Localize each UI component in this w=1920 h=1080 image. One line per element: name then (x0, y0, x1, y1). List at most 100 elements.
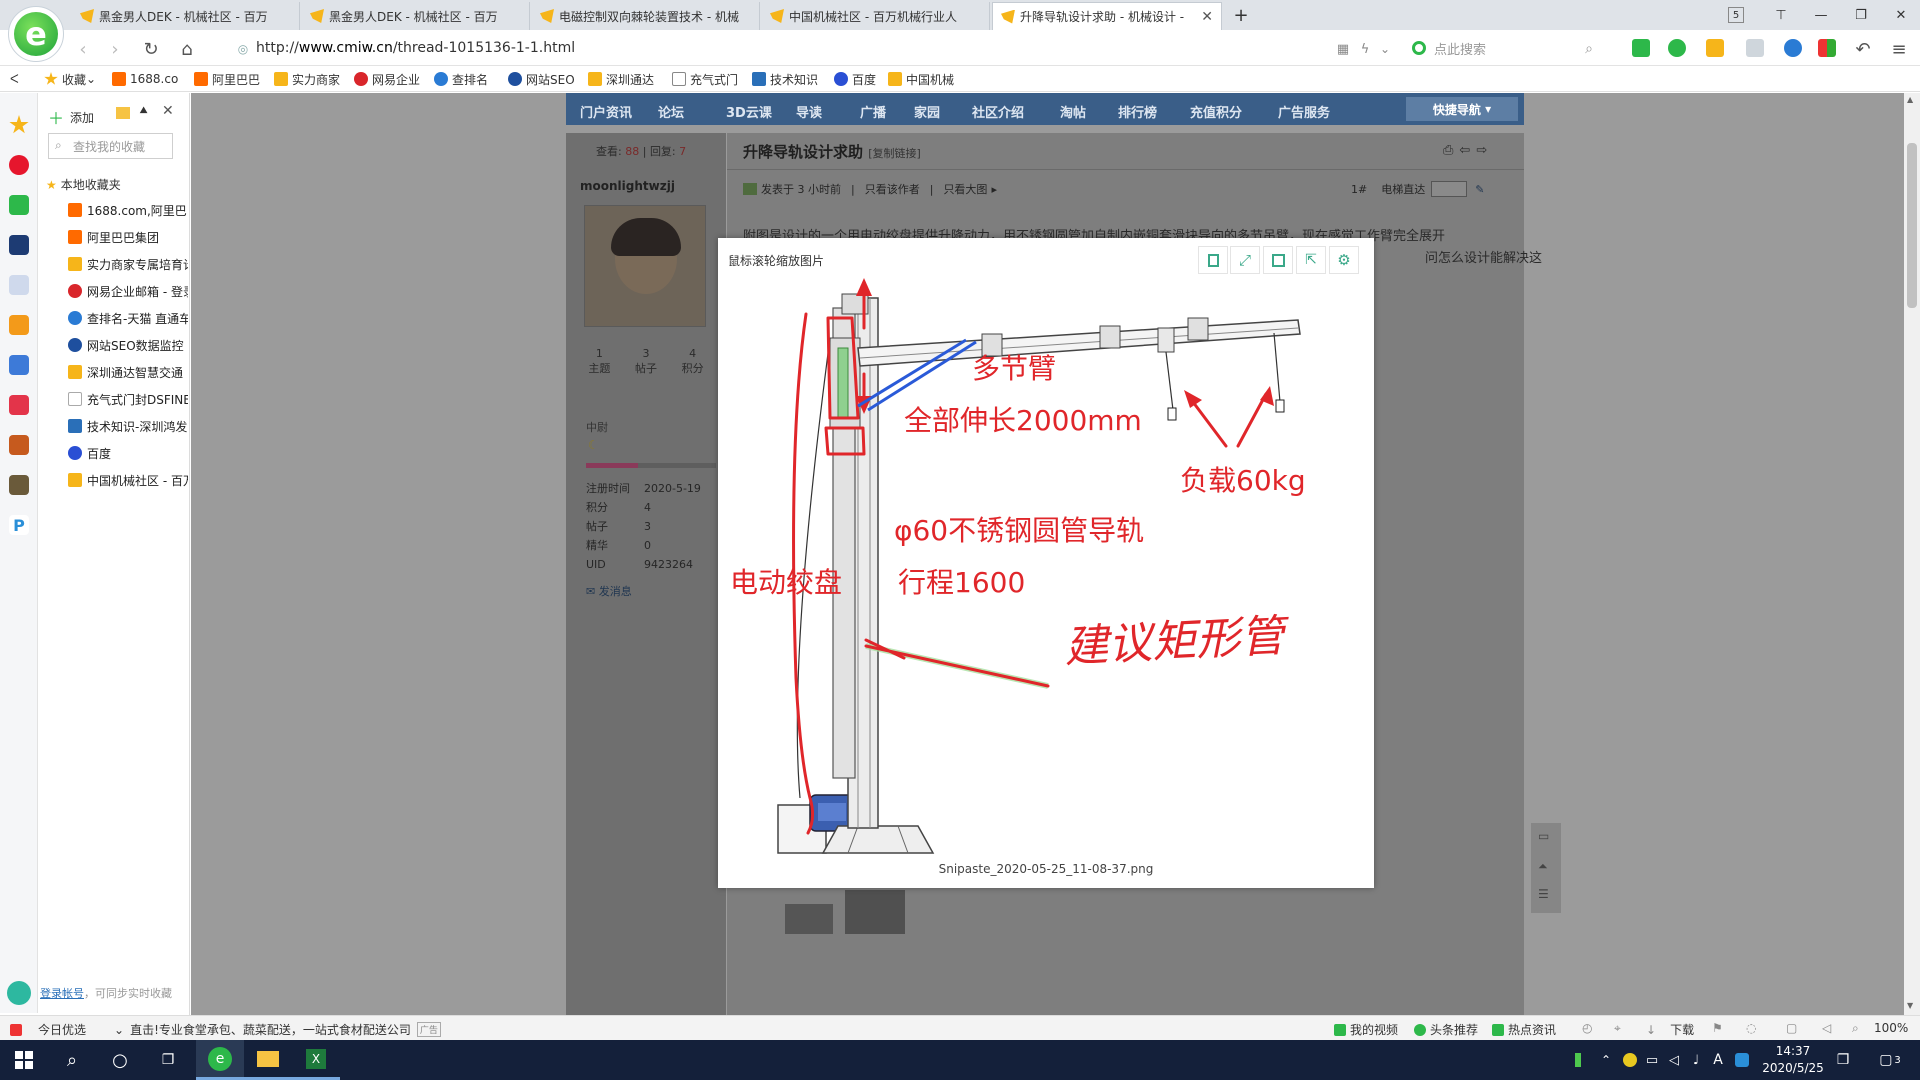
browser-logo[interactable]: e (8, 6, 64, 62)
page-scrollbar[interactable]: ▲ ▼ (1904, 93, 1920, 1015)
volume-icon[interactable]: ◁ (1664, 1040, 1684, 1080)
scroll-up-icon[interactable]: ▲ (1907, 95, 1913, 104)
mail-icon[interactable] (9, 195, 29, 215)
network-icon[interactable]: ▭ (1642, 1040, 1662, 1080)
bookmark-item[interactable]: 阿里巴巴 (194, 70, 260, 88)
minimize-icon[interactable]: — (1810, 4, 1832, 26)
novel-icon[interactable] (9, 315, 29, 335)
bookmark-item[interactable]: 网站SEO (508, 70, 575, 88)
next-icon[interactable]: ⇨ (1476, 143, 1493, 158)
favorites-item[interactable]: 网易企业邮箱 - 登录 (68, 281, 188, 301)
nav-item[interactable]: 淘帖 (1060, 102, 1086, 121)
qq-icon[interactable] (1732, 1040, 1752, 1080)
nav-item[interactable]: 广播 (860, 102, 886, 121)
author-stat[interactable]: 1 主题 (576, 347, 623, 376)
status-clean-icon[interactable]: ◌ (1746, 1021, 1756, 1035)
bookmark-item[interactable]: 充气式门 (672, 70, 738, 88)
favorites-item[interactable]: 充气式门封DSFINE (68, 389, 188, 409)
zoom-icon[interactable] (1784, 39, 1802, 57)
list-icon[interactable]: ☰ (1538, 887, 1549, 901)
bookmark-item[interactable]: 网易企业 (354, 70, 420, 88)
security-icon[interactable]: ◎ (232, 38, 254, 60)
bookmark-item[interactable]: 中国机械 (888, 70, 954, 88)
document-icon[interactable] (9, 275, 29, 295)
new-tab-button[interactable]: + (1230, 4, 1252, 26)
nav-item[interactable]: 家园 (914, 102, 940, 121)
favorites-item[interactable]: 技术知识-深圳鸿发 (68, 416, 188, 436)
close-tab-icon[interactable]: ✕ (1195, 9, 1213, 25)
status-headline[interactable]: 头条推荐 (1414, 1021, 1478, 1038)
browser-tab[interactable]: 电磁控制双向棘轮装置技术 - 机械 (532, 2, 760, 30)
extension-icon[interactable] (1668, 39, 1686, 57)
folder-icon[interactable] (116, 107, 130, 119)
go-icon[interactable]: ✎ (1475, 183, 1484, 196)
back-arrow-icon[interactable]: ‹ (72, 38, 94, 60)
pin-icon[interactable]: ⯅ (138, 103, 149, 119)
chat-icon[interactable] (1746, 39, 1764, 57)
taskbar-search-icon[interactable]: ⌕ (48, 1040, 96, 1080)
start-button[interactable] (0, 1040, 48, 1080)
url-bar[interactable]: http://www.cmiw.cn/thread-1015136-1-1.ht… (256, 36, 1406, 60)
zoom-level[interactable]: 100% (1874, 1021, 1908, 1035)
status-hot-news[interactable]: 热点资讯 (1492, 1021, 1556, 1038)
notification-center[interactable]: ▢ 3 (1870, 1040, 1910, 1080)
browser-tab-active[interactable]: 升降导轨设计求助 - 机械设计 - ✕ (992, 2, 1222, 30)
share-button[interactable]: ⇱ (1296, 246, 1326, 274)
bookmark-item[interactable]: 1688.co (112, 70, 178, 88)
bookmark-item[interactable]: 查排名 (434, 70, 488, 88)
nav-item[interactable]: 广告服务 (1278, 102, 1330, 121)
mic-icon[interactable]: ♩ (1686, 1040, 1706, 1080)
original-size-button[interactable] (1198, 246, 1228, 274)
undo-icon[interactable]: ↶ (1852, 38, 1874, 60)
tab-count-badge[interactable]: 5 (1728, 7, 1744, 23)
nav-item[interactable]: 充值积分 (1190, 102, 1242, 121)
back-to-top-icon[interactable]: ⏶ (1538, 859, 1548, 874)
close-panel-icon[interactable]: ✕ (162, 103, 174, 119)
fullscreen-button[interactable]: ⤢ (1230, 246, 1260, 274)
favorites-folder[interactable]: ★ 本地收藏夹 (46, 176, 121, 193)
show-desktop-icon[interactable]: ❐ (1828, 1040, 1858, 1080)
quick-nav-button[interactable]: 快捷导航 ▾ (1406, 97, 1518, 121)
nav-item[interactable]: 3D云课 (726, 102, 772, 121)
cortana-icon[interactable]: ○ (96, 1040, 144, 1080)
status-zoom-icon[interactable]: ⌕ (1852, 1021, 1859, 1036)
taskbar-explorer[interactable] (244, 1040, 292, 1080)
copy-link[interactable]: [复制链接] (868, 147, 921, 160)
restore-icon[interactable]: ❐ (1850, 4, 1872, 26)
only-large-link[interactable]: 只看大图 (943, 181, 987, 197)
tray-app-icon[interactable] (1620, 1040, 1640, 1080)
nav-item[interactable]: 排行榜 (1118, 102, 1157, 121)
login-link[interactable]: 登录帐号 (40, 987, 84, 1000)
sync-icon[interactable] (7, 981, 31, 1005)
today-pick[interactable]: 今日优选 (10, 1021, 86, 1038)
status-download[interactable]: ↓ 下载 (1646, 1021, 1694, 1038)
home-icon[interactable]: ⌂ (176, 38, 198, 60)
status-speed-icon[interactable]: ◴ (1582, 1021, 1592, 1035)
favorites-item[interactable]: 查排名-天猫 直通车 (68, 308, 188, 328)
favorites-item[interactable]: 中国机械社区 - 百万 (68, 470, 188, 490)
news-icon[interactable] (9, 235, 29, 255)
status-my-video[interactable]: 我的视频 (1334, 1021, 1398, 1038)
sidebar-toggle-icon[interactable]: ᐸ (10, 70, 19, 88)
search-input[interactable]: 点此搜索 (1412, 36, 1602, 60)
favorites-item[interactable]: 1688.com,阿里巴巴 (68, 200, 188, 220)
tray-chevron-icon[interactable]: ⌃ (1596, 1040, 1616, 1080)
p-app-icon[interactable]: P (9, 515, 29, 535)
bookmark-item[interactable]: 实力商家 (274, 70, 340, 88)
save-button[interactable] (1263, 246, 1293, 274)
scissors-icon[interactable] (1632, 39, 1650, 57)
menu-icon[interactable]: ≡ (1888, 38, 1910, 60)
favorites-item[interactable]: 百度 (68, 443, 188, 463)
favorites-search-input[interactable]: ⌕ 查找我的收藏 (48, 133, 173, 159)
bookmark-item[interactable]: 技术知识 (752, 70, 818, 88)
browser-tab[interactable]: 中国机械社区 - 百万机械行业人 (762, 2, 990, 30)
status-ad[interactable]: ⌄ 直击!专业食堂承包、蔬菜配送，一站式食材配送公司 广告 (114, 1021, 441, 1038)
grid-icon[interactable]: ▦ (1332, 38, 1354, 60)
status-pin-icon[interactable]: ⌖ (1614, 1021, 1621, 1036)
lightning-icon[interactable]: ϟ (1354, 38, 1376, 60)
video-icon[interactable] (9, 395, 29, 415)
favorites-item[interactable]: 网站SEO数据监控 (68, 335, 188, 355)
search-icon[interactable]: ⌕ (1578, 38, 1600, 60)
status-flag-icon[interactable]: ⚑ (1712, 1021, 1723, 1035)
bookmark-item[interactable]: 百度 (834, 70, 876, 88)
